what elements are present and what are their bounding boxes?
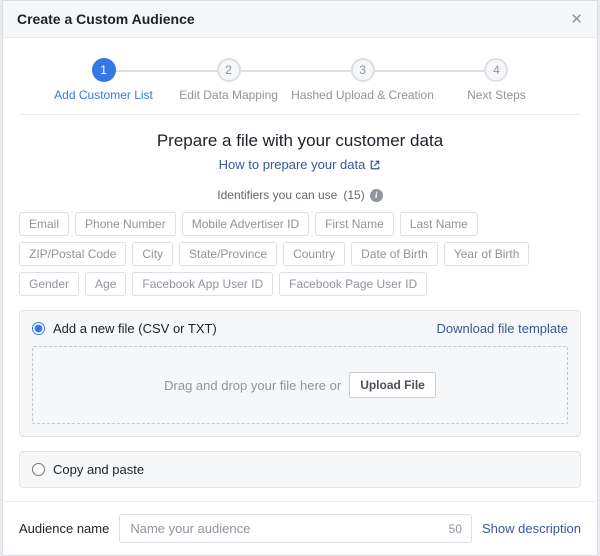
upload-file-button[interactable]: Upload File	[349, 372, 436, 398]
identifiers-header: Identifiers you can use (15) i	[19, 188, 581, 202]
modal-content: 1 Add Customer List 2 Edit Data Mapping …	[3, 38, 597, 501]
chip-age[interactable]: Age	[85, 272, 126, 296]
chip-country[interactable]: Country	[283, 242, 345, 266]
step-edit-data-mapping[interactable]: 2 Edit Data Mapping	[166, 58, 291, 102]
chip-zip[interactable]: ZIP/Postal Code	[19, 242, 126, 266]
step-number: 3	[351, 58, 375, 82]
copy-paste-radio[interactable]: Copy and paste	[32, 462, 144, 477]
copy-paste-header: Copy and paste	[20, 452, 580, 487]
custom-audience-modal: Create a Custom Audience ✕ 1 Add Custome…	[2, 0, 598, 556]
chip-mobile-ad-id[interactable]: Mobile Advertiser ID	[182, 212, 309, 236]
how-to-prepare-link[interactable]: How to prepare your data	[19, 157, 581, 172]
copy-paste-radio-input[interactable]	[32, 463, 45, 476]
audience-name-label: Audience name	[19, 521, 109, 536]
step-number: 4	[484, 58, 508, 82]
chip-fb-page-user-id[interactable]: Facebook Page User ID	[279, 272, 427, 296]
add-file-header: Add a new file (CSV or TXT) Download fil…	[20, 311, 580, 346]
step-hashed-upload[interactable]: 3 Hashed Upload & Creation	[291, 58, 434, 102]
step-number: 1	[92, 58, 116, 82]
modal-title: Create a Custom Audience	[17, 11, 195, 27]
chip-yob[interactable]: Year of Birth	[444, 242, 530, 266]
external-link-icon	[369, 159, 381, 171]
step-label: Hashed Upload & Creation	[291, 88, 434, 102]
download-template-link[interactable]: Download file template	[436, 321, 568, 336]
modal-footer: Audience name 50 Show description	[3, 501, 597, 555]
step-label: Add Customer List	[54, 88, 153, 102]
chip-gender[interactable]: Gender	[19, 272, 79, 296]
audience-name-input[interactable]	[119, 514, 472, 543]
help-link-text: How to prepare your data	[219, 157, 366, 172]
add-file-radio-input[interactable]	[32, 322, 45, 335]
stepper: 1 Add Customer List 2 Edit Data Mapping …	[41, 58, 559, 102]
step-label: Next Steps	[467, 88, 526, 102]
add-file-radio[interactable]: Add a new file (CSV or TXT)	[32, 321, 217, 336]
chip-state[interactable]: State/Province	[179, 242, 277, 266]
copy-paste-label: Copy and paste	[53, 462, 144, 477]
page-heading: Prepare a file with your customer data	[19, 131, 581, 151]
chip-phone[interactable]: Phone Number	[75, 212, 176, 236]
chip-last-name[interactable]: Last Name	[400, 212, 478, 236]
file-dropzone[interactable]: Drag and drop your file here or Upload F…	[32, 346, 568, 424]
copy-paste-option: Copy and paste	[19, 451, 581, 488]
show-description-link[interactable]: Show description	[482, 521, 581, 536]
identifiers-text: Identifiers you can use	[217, 188, 337, 202]
dropzone-text: Drag and drop your file here or	[164, 378, 341, 393]
step-number: 2	[217, 58, 241, 82]
divider	[19, 114, 581, 115]
info-icon[interactable]: i	[370, 189, 383, 202]
step-add-customer-list[interactable]: 1 Add Customer List	[41, 58, 166, 102]
chip-dob[interactable]: Date of Birth	[351, 242, 438, 266]
chip-city[interactable]: City	[132, 242, 173, 266]
close-icon[interactable]: ✕	[570, 12, 583, 27]
chip-first-name[interactable]: First Name	[315, 212, 394, 236]
step-label: Edit Data Mapping	[179, 88, 278, 102]
step-next-steps[interactable]: 4 Next Steps	[434, 58, 559, 102]
modal-header: Create a Custom Audience ✕	[3, 1, 597, 38]
chip-fb-app-user-id[interactable]: Facebook App User ID	[132, 272, 273, 296]
identifier-chips: Email Phone Number Mobile Advertiser ID …	[19, 212, 581, 296]
add-file-label: Add a new file (CSV or TXT)	[53, 321, 217, 336]
add-file-option: Add a new file (CSV or TXT) Download fil…	[19, 310, 581, 437]
audience-name-wrap: 50	[119, 514, 472, 543]
identifiers-count: (15)	[343, 188, 364, 202]
chip-email[interactable]: Email	[19, 212, 69, 236]
